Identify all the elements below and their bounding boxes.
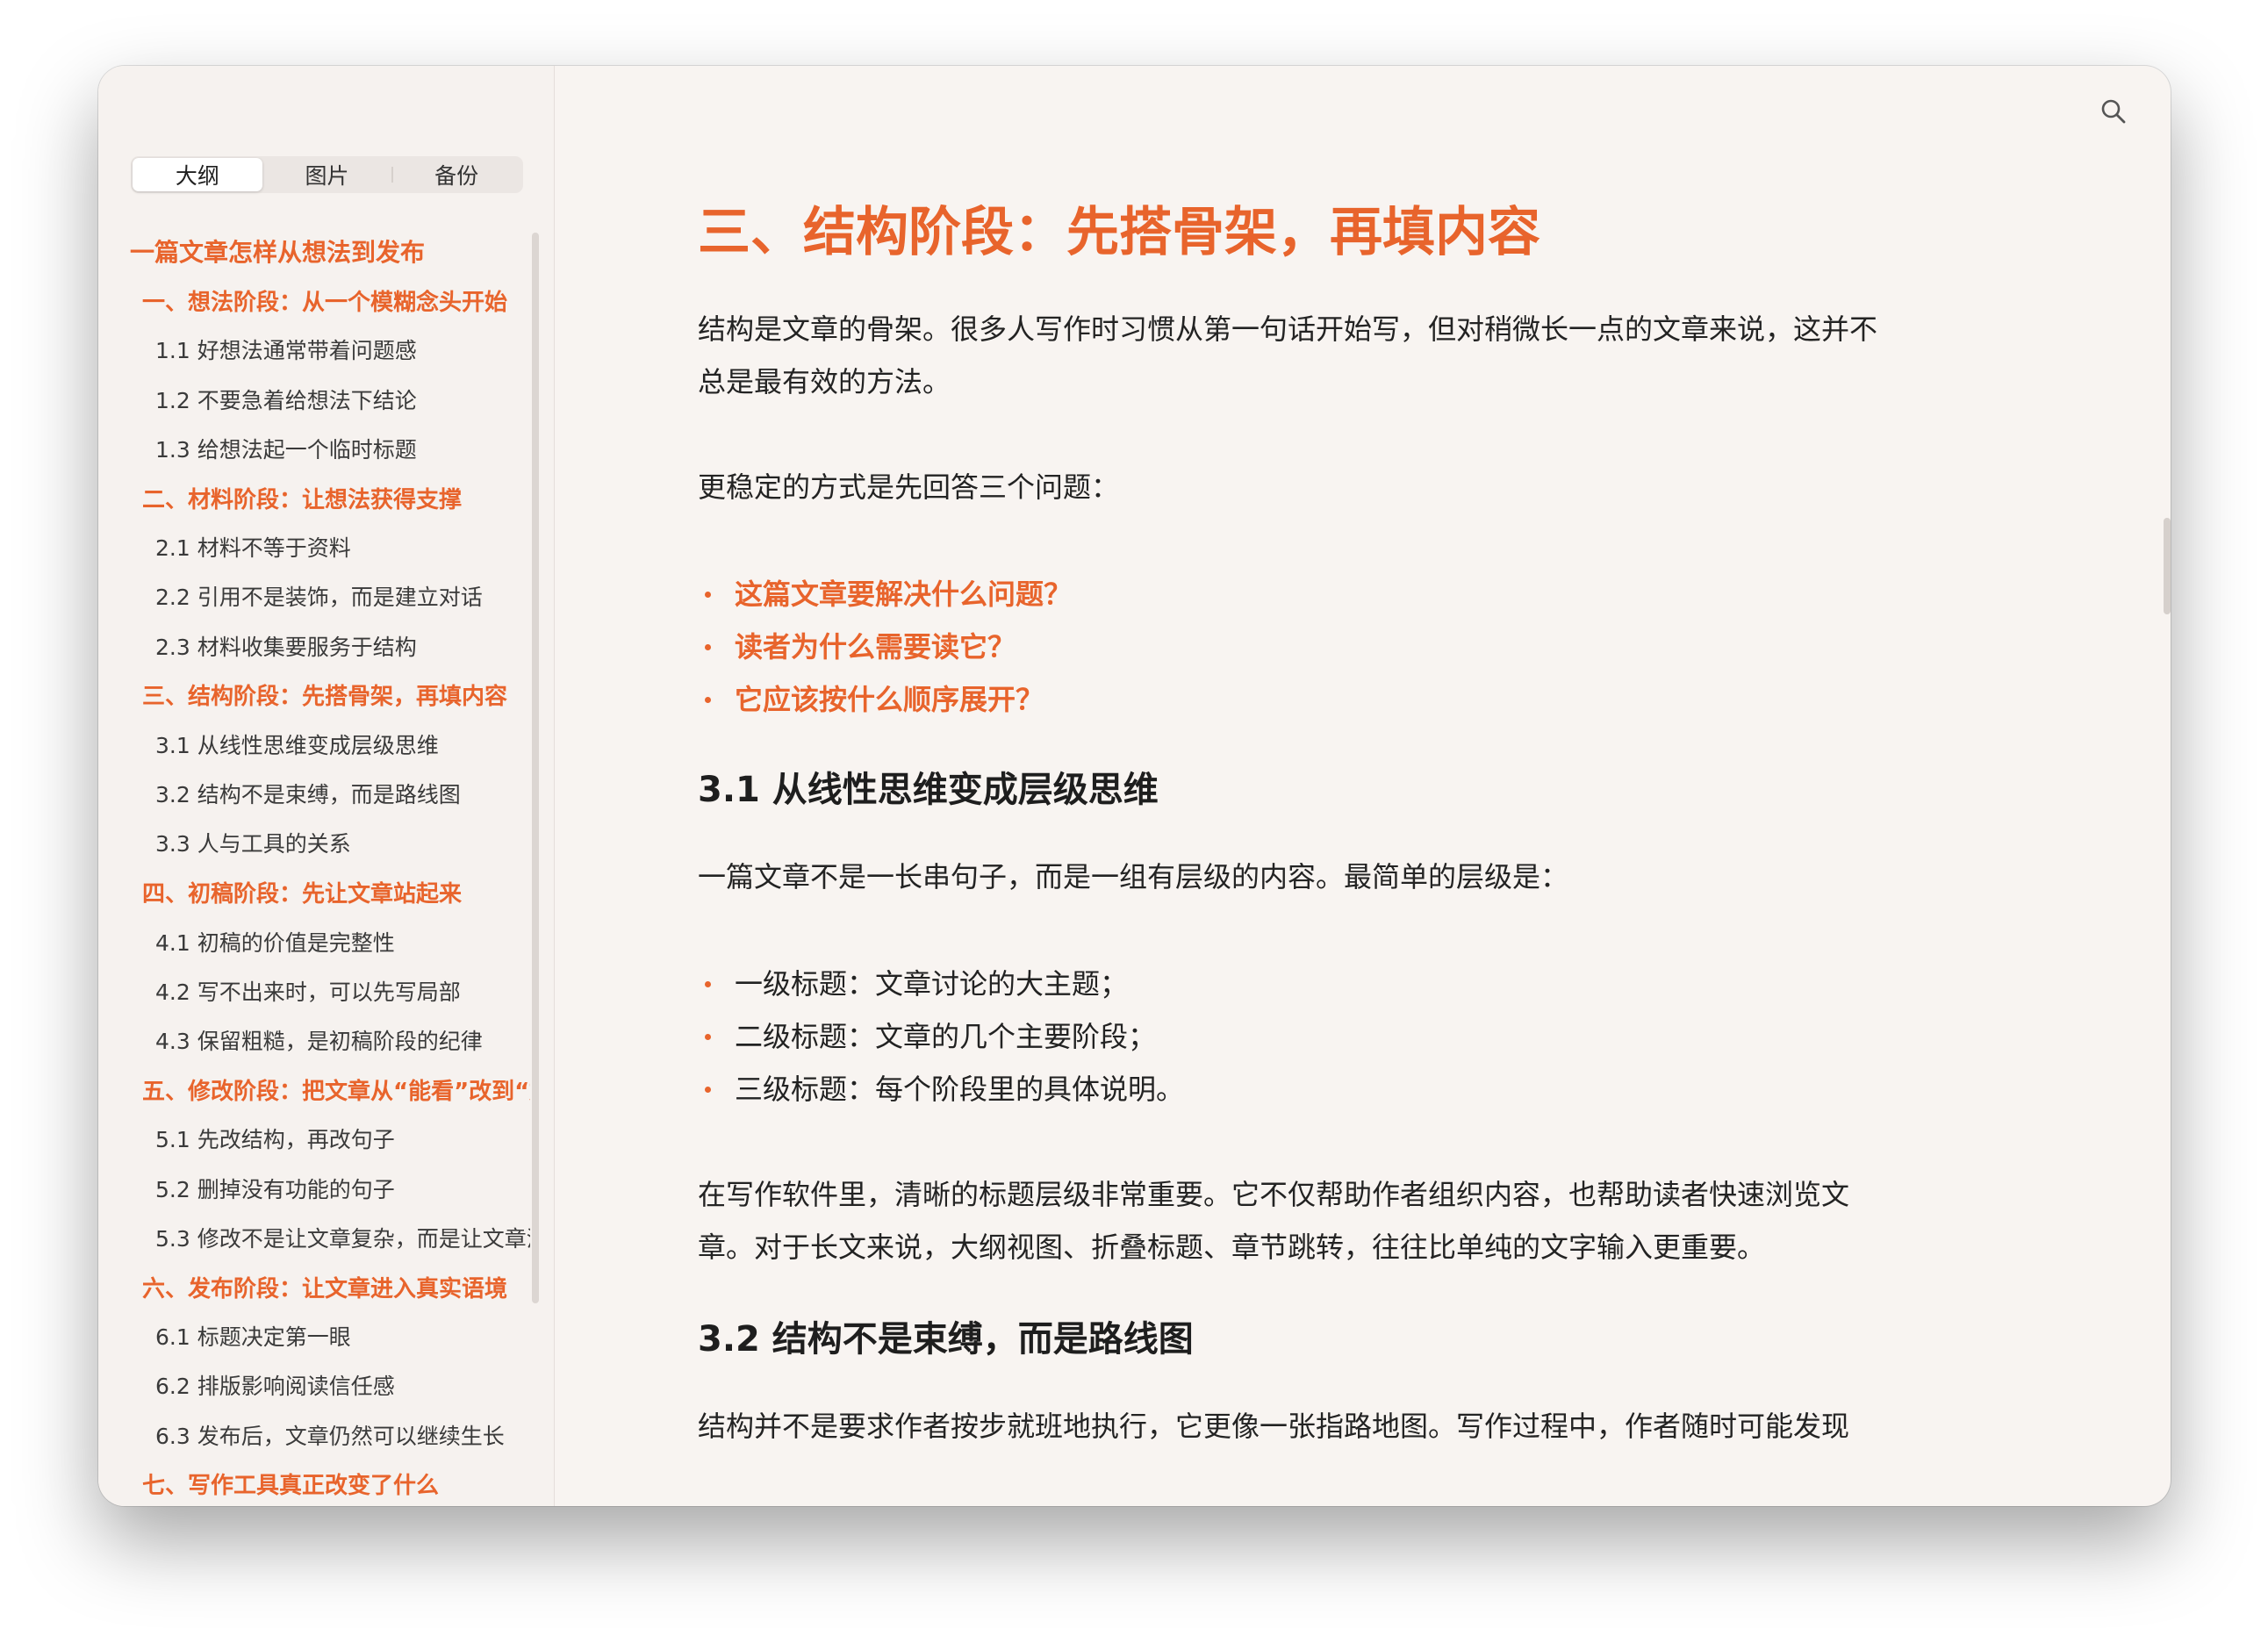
outline-item[interactable]: 五、修改阶段：把文章从“能看”改到“好看”: [98, 1065, 530, 1114]
outline-item[interactable]: 5.3 修改不是让文章复杂，而是让文章清晰: [98, 1213, 530, 1262]
paragraph: 更稳定的方式是先回答三个问题：: [698, 470, 1120, 504]
tab-outline[interactable]: 大纲: [133, 158, 262, 191]
outline-item[interactable]: 5.2 删掉没有功能的句子: [98, 1164, 530, 1213]
outline-item[interactable]: 6.3 发布后，文章仍然可以继续生长: [98, 1410, 530, 1460]
list-item: 一级标题：文章讨论的大主题；: [698, 958, 2023, 1010]
outline-item[interactable]: 一、想法阶段：从一个模糊念头开始: [98, 276, 530, 325]
paragraph: 在写作软件里，清晰的标题层级非常重要。它不仅帮助作者组织内容，也帮助读者快速浏览…: [698, 1178, 1850, 1264]
level-list: 一级标题：文章讨论的大主题； 二级标题：文章的几个主要阶段； 三级标题：每个阶段…: [698, 958, 2023, 1116]
outline-item[interactable]: 4.2 写不出来时，可以先写局部: [98, 966, 530, 1015]
outline-list: 一篇文章怎样从想法到发布 一、想法阶段：从一个模糊念头开始 1.1 好想法通常带着问…: [98, 226, 530, 1506]
outline-item[interactable]: 2.3 材料收集要服务于结构: [98, 621, 530, 671]
outline-item[interactable]: 1.2 不要急着给想法下结论: [98, 375, 530, 424]
sidebar-segmented-control: 大纲 图片 备份: [131, 156, 523, 193]
outline-item[interactable]: 2.2 引用不是装饰，而是建立对话: [98, 571, 530, 621]
app-window: 大纲 图片 备份 一篇文章怎样从想法到发布 一、想法阶段：从一个模糊念头开始 1.1…: [98, 66, 2171, 1506]
outline-item[interactable]: 三、结构阶段：先搭骨架，再填内容: [98, 671, 530, 720]
document-content[interactable]: 三、结构阶段：先搭骨架，再填内容 结构是文章的骨架。很多人写作时习惯从第一句话开…: [698, 197, 2023, 1453]
outline-item[interactable]: 4.3 保留粗糙，是初稿阶段的纪律: [98, 1015, 530, 1065]
list-item: 三级标题：每个阶段里的具体说明。: [698, 1063, 2023, 1116]
tab-images[interactable]: 图片: [262, 158, 392, 191]
sidebar-scrollbar[interactable]: [532, 233, 539, 1303]
editor-scrollbar[interactable]: [2164, 518, 2171, 614]
outline-item[interactable]: 1.1 好想法通常带着问题感: [98, 325, 530, 374]
outline-item[interactable]: 6.1 标题决定第一眼: [98, 1311, 530, 1360]
outline-item[interactable]: 3.1 从线性思维变成层级思维: [98, 720, 530, 769]
tab-backup[interactable]: 备份: [391, 158, 521, 191]
list-item: 二级标题：文章的几个主要阶段；: [698, 1010, 2023, 1063]
question-list: 这篇文章要解决什么问题？ 读者为什么需要读它？ 它应该按什么顺序展开？: [698, 568, 2023, 726]
outline-item[interactable]: 3.2 结构不是束缚，而是路线图: [98, 769, 530, 818]
sidebar: 大纲 图片 备份 一篇文章怎样从想法到发布 一、想法阶段：从一个模糊念头开始 1.1…: [98, 66, 555, 1506]
paragraph: 结构并不是要求作者按步就班地执行，它更像一张指路地图。写作过程中，作者随时可能发…: [698, 1410, 1850, 1443]
outline-item[interactable]: 1.3 给想法起一个临时标题: [98, 424, 530, 473]
paragraph: 结构是文章的骨架。很多人写作时习惯从第一句话开始写，但对稍微长一点的文章来说，这…: [698, 312, 1878, 398]
subsection-heading: 3.2 结构不是束缚，而是路线图: [698, 1319, 1194, 1360]
subsection-heading: 3.1 从线性思维变成层级思维: [698, 770, 1159, 810]
outline-item[interactable]: 6.2 排版影响阅读信任感: [98, 1360, 530, 1410]
outline-item[interactable]: 七、写作工具真正改变了什么: [98, 1460, 530, 1506]
list-item: 这篇文章要解决什么问题？: [698, 568, 2023, 621]
outline-item[interactable]: 四、初稿阶段：先让文章站起来: [98, 867, 530, 916]
outline-item[interactable]: 2.1 材料不等于资料: [98, 522, 530, 571]
search-icon[interactable]: [2096, 94, 2131, 129]
list-item: 它应该按什么顺序展开？: [698, 673, 2023, 726]
outline-item[interactable]: 5.1 先改结构，再改句子: [98, 1114, 530, 1163]
outline-item[interactable]: 二、材料阶段：让想法获得支撑: [98, 473, 530, 522]
outline-item[interactable]: 3.3 人与工具的关系: [98, 818, 530, 867]
outline-item[interactable]: 4.1 初稿的价值是完整性: [98, 917, 530, 966]
list-item: 读者为什么需要读它？: [698, 621, 2023, 673]
editor-pane: 三、结构阶段：先搭骨架，再填内容 结构是文章的骨架。很多人写作时习惯从第一句话开…: [555, 66, 2171, 1506]
outline-item[interactable]: 一篇文章怎样从想法到发布: [98, 226, 530, 276]
section-heading: 三、结构阶段：先搭骨架，再填内容: [698, 202, 1540, 263]
paragraph: 一篇文章不是一长串句子，而是一组有层级的内容。最简单的层级是：: [698, 860, 1569, 893]
outline-item[interactable]: 六、发布阶段：让文章进入真实语境: [98, 1262, 530, 1311]
